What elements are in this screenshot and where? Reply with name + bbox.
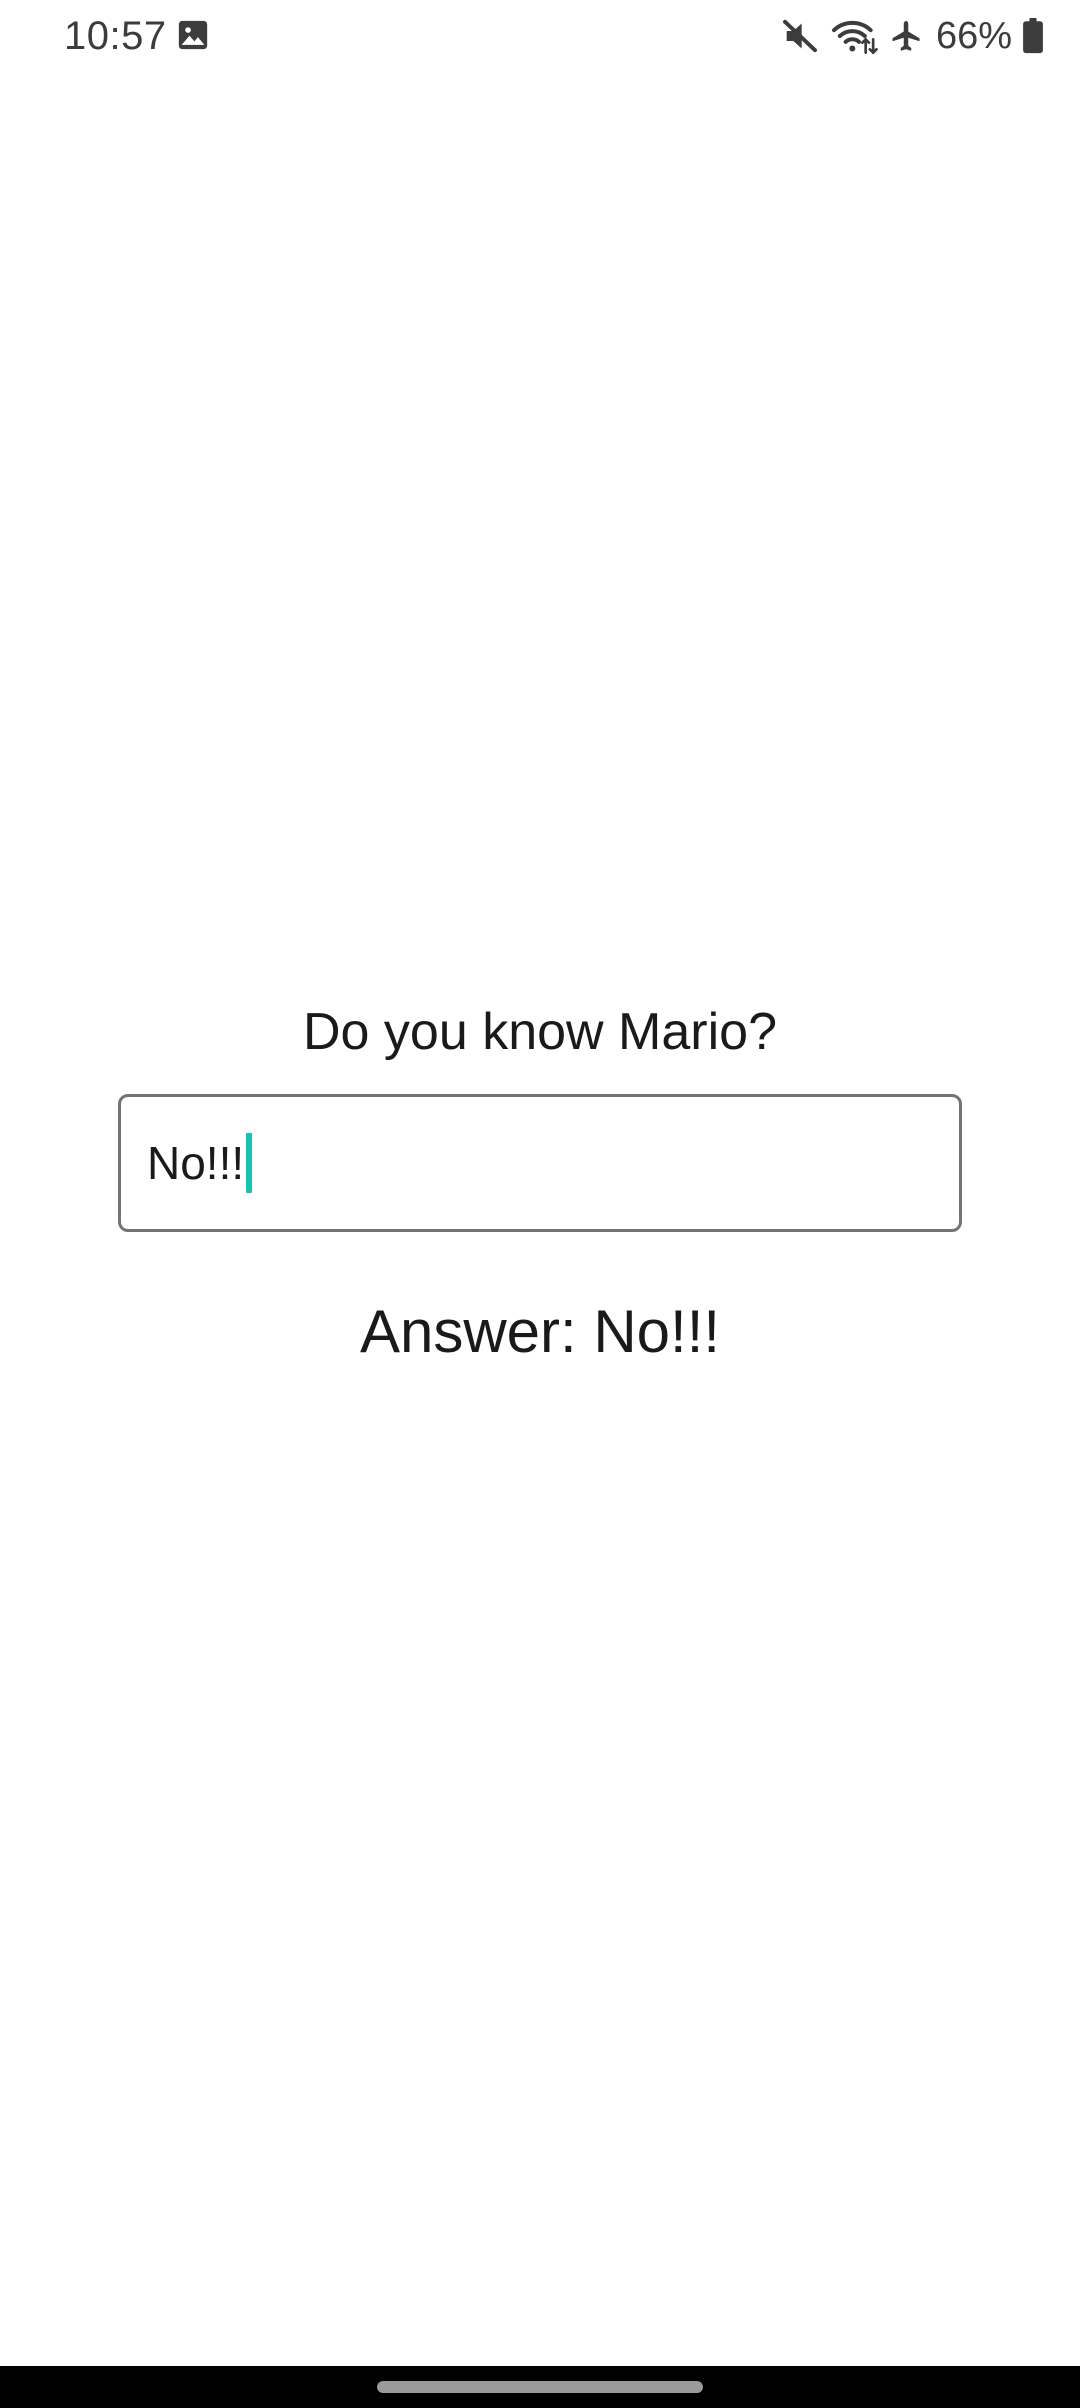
screen: 10:57 66% Do you know Mario? No!!! Answe…	[0, 0, 1080, 2408]
navigation-bar	[0, 2366, 1080, 2408]
airplane-mode-icon	[888, 17, 924, 55]
status-time: 10:57	[64, 14, 167, 58]
gallery-icon	[176, 18, 210, 52]
home-gesture-handle[interactable]	[377, 2381, 703, 2393]
status-icons: 66%	[780, 14, 1044, 58]
text-cursor	[246, 1133, 253, 1193]
battery-icon	[1022, 18, 1044, 54]
question-label: Do you know Mario?	[303, 1003, 777, 1061]
status-bar: 10:57 66%	[0, 0, 1080, 72]
wifi-icon	[830, 16, 878, 56]
answer-output-text: Answer: No!!!	[359, 1298, 721, 1365]
answer-input-value: No!!!	[147, 1137, 245, 1189]
answer-text-field[interactable]: No!!!	[118, 1094, 962, 1232]
battery-percent: 66%	[935, 15, 1012, 57]
mute-icon	[780, 16, 820, 56]
